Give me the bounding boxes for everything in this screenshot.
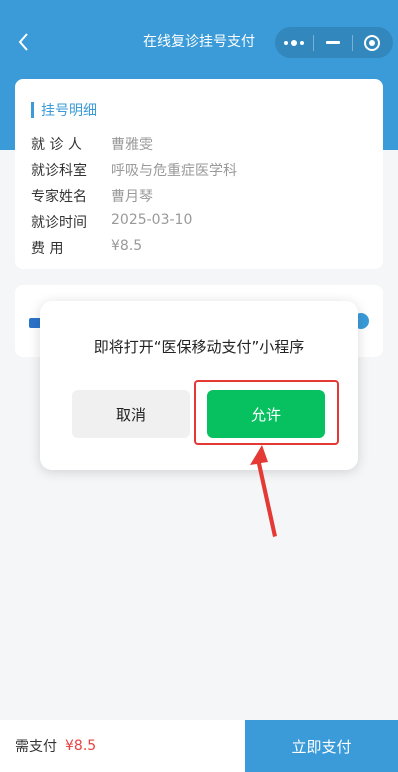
pay-now-button[interactable]: 立即支付 xyxy=(245,720,398,772)
allow-button[interactable]: 允许 xyxy=(207,390,325,438)
amount-label: 需支付 xyxy=(15,739,57,755)
amount-value: ¥8.5 xyxy=(65,738,97,754)
amount-area: 需支付 ¥8.5 xyxy=(0,720,245,772)
dialog-message: 即将打开“医保移动支付”小程序 xyxy=(93,338,305,356)
pointer-arrow-icon xyxy=(250,445,277,537)
cancel-button[interactable]: 取消 xyxy=(72,390,190,438)
open-mini-program-dialog: 即将打开“医保移动支付”小程序 取消 允许 xyxy=(40,301,358,470)
payment-footer: 需支付 ¥8.5 立即支付 xyxy=(0,720,398,772)
